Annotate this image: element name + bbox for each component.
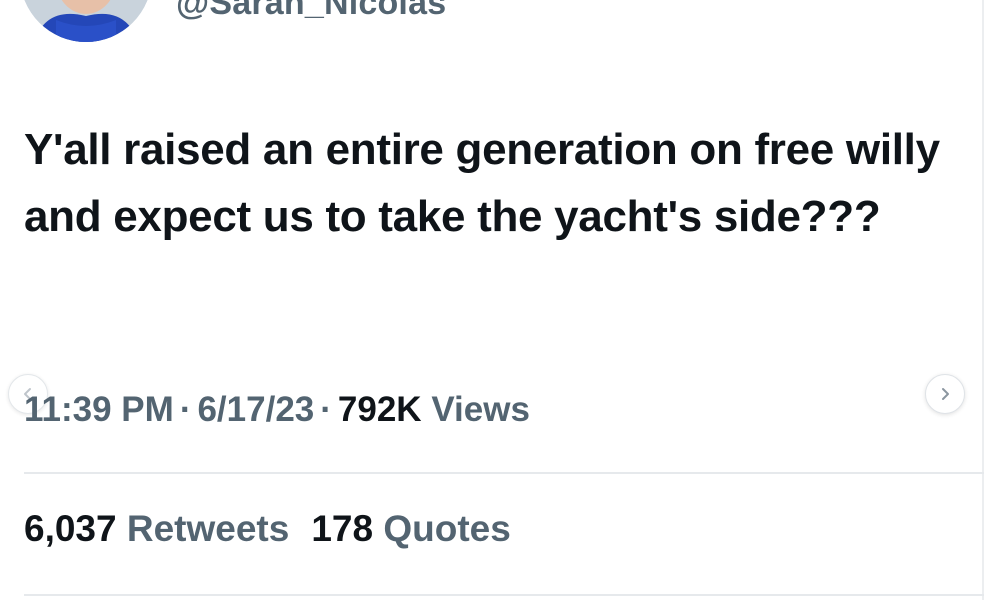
tweet-metadata: 11:39 PM · 6/17/23 · 792K Views (24, 390, 530, 430)
meta-separator: · (320, 390, 332, 429)
views-label: Views (431, 390, 530, 429)
quotes-label: Quotes (383, 508, 511, 549)
tweet-screenshot: @Sarah_Nicolas Y'all raised an entire ge… (0, 0, 1000, 600)
tweet-time[interactable]: 11:39 PM (24, 390, 174, 429)
views-count: 792K (337, 390, 422, 429)
retweets-count: 6,037 (24, 508, 117, 549)
divider (24, 594, 984, 596)
meta-separator: · (179, 390, 192, 429)
avatar[interactable] (20, 0, 152, 42)
retweets-label: Retweets (126, 508, 290, 549)
tweet-date[interactable]: 6/17/23 (197, 390, 314, 429)
chevron-right-icon (942, 388, 949, 400)
engagement-stats: 6,037 Retweets 178 Quotes (24, 508, 533, 550)
quotes-count: 178 (311, 508, 374, 549)
tweet-text: Y'all raised an entire generation on fre… (24, 125, 940, 241)
card-right-border (982, 0, 984, 600)
carousel-next-button[interactable] (925, 374, 965, 414)
quotes-stat[interactable]: 178 Quotes (311, 508, 510, 550)
retweets-stat[interactable]: 6,037 Retweets (24, 508, 289, 550)
author-handle[interactable]: @Sarah_Nicolas (176, 0, 446, 23)
divider (24, 472, 984, 474)
